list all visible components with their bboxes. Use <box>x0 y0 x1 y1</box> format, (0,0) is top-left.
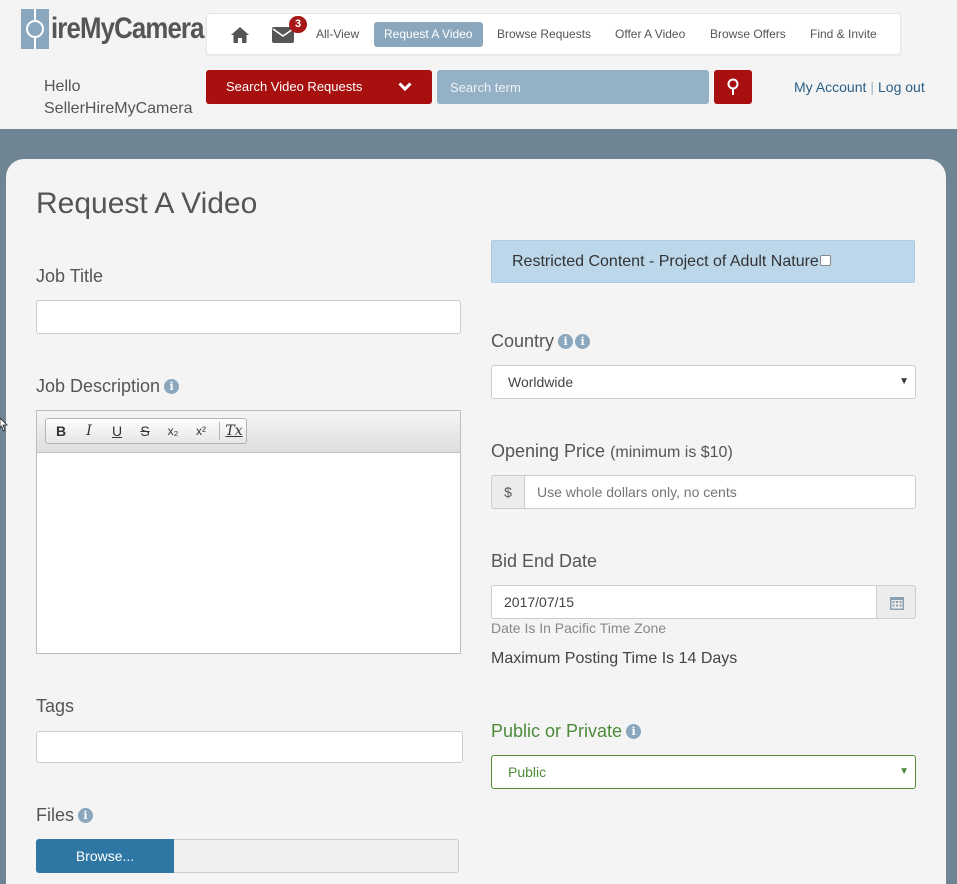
bold-button[interactable]: B <box>47 419 75 443</box>
tags-label: Tags <box>36 696 75 716</box>
editor-tool-group: B I U S x₂ x² Tx <box>45 418 247 444</box>
country-label-text: Country <box>491 331 555 351</box>
nav-offer-a-video[interactable]: Offer A Video <box>615 22 685 47</box>
search-button[interactable] <box>714 70 752 104</box>
editor-toolbar: B I U S x₂ x² Tx <box>37 411 460 453</box>
account-links: My Account | Log out <box>794 79 925 95</box>
bid-end-date-input[interactable] <box>491 585 877 619</box>
files-label-text: Files <box>36 805 75 825</box>
my-account-link[interactable]: My Account <box>794 79 866 95</box>
greeting-hello: Hello <box>44 78 81 95</box>
page-title: Request A Video <box>36 187 258 220</box>
dropdown-arrow-icon: ▼ <box>899 376 909 387</box>
info-icon[interactable]: i <box>164 379 180 394</box>
job-title-input[interactable] <box>36 300 461 334</box>
logout-link[interactable]: Log out <box>878 79 925 95</box>
location-pin-icon <box>727 78 739 95</box>
search-type-dropdown[interactable]: Search Video Requests <box>206 70 432 104</box>
public-private-label-text: Public or Private <box>491 721 623 741</box>
search-input[interactable] <box>437 70 709 104</box>
info-icon[interactable]: i <box>78 808 94 823</box>
dropdown-arrow-icon: ▼ <box>899 766 909 777</box>
max-posting-note: Maximum Posting Time Is 14 Days <box>491 650 738 667</box>
nav-browse-offers[interactable]: Browse Offers <box>710 22 786 47</box>
job-description-label-text: Job Description <box>36 376 161 396</box>
site-header: ireMyCamera 3 All-View Request A Video B… <box>0 0 957 129</box>
public-private-label: Public or Private i <box>491 721 642 742</box>
underline-button[interactable]: U <box>103 419 131 443</box>
editor-body[interactable] <box>37 453 460 653</box>
remove-format-button[interactable]: Tx <box>220 419 248 443</box>
country-selected-value: Worldwide <box>508 374 574 390</box>
job-description-editor: B I U S x₂ x² Tx <box>36 410 461 654</box>
public-private-select[interactable]: Public ▼ <box>491 755 916 789</box>
greeting-username: SellerHireMyCamera <box>44 100 193 117</box>
nav-all-view[interactable]: All-View <box>316 22 359 47</box>
info-icon[interactable]: i <box>575 334 591 349</box>
info-icon[interactable]: i <box>558 334 574 349</box>
timezone-note: Date Is In Pacific Time Zone <box>491 620 667 636</box>
restricted-content-box[interactable]: Restricted Content - Project of Adult Na… <box>491 240 915 283</box>
job-title-label: Job Title <box>36 266 104 286</box>
nav-find-invite[interactable]: Find & Invite <box>810 22 877 47</box>
mail-count-badge: 3 <box>289 16 307 33</box>
browse-button[interactable]: Browse... <box>36 839 174 873</box>
info-icon[interactable]: i <box>626 724 642 739</box>
files-label: Files i <box>36 805 94 826</box>
camera-logo-icon <box>21 9 49 49</box>
restricted-content-label: Restricted Content - Project of Adult Na… <box>512 253 819 270</box>
opening-price-label-text: Opening Price <box>491 441 606 461</box>
calendar-button[interactable] <box>876 585 916 619</box>
job-description-label: Job Description i <box>36 376 180 397</box>
home-icon[interactable] <box>230 26 250 44</box>
logo[interactable]: ireMyCamera <box>21 9 228 49</box>
bid-end-date-label: Bid End Date <box>491 551 598 571</box>
country-select[interactable]: Worldwide ▼ <box>491 365 916 399</box>
superscript-button[interactable]: x² <box>187 419 215 443</box>
country-label: Country i i <box>491 331 591 352</box>
strikethrough-button[interactable]: S <box>131 419 159 443</box>
search-type-label: Search Video Requests <box>226 79 363 94</box>
chevron-down-icon <box>398 82 412 92</box>
restricted-content-checkbox[interactable] <box>819 255 831 266</box>
tags-input[interactable] <box>36 731 463 763</box>
opening-price-hint: (minimum is $10) <box>610 444 733 461</box>
opening-price-label: Opening Price (minimum is $10) <box>491 441 733 462</box>
nav-request-a-video[interactable]: Request A Video <box>374 22 483 47</box>
subscript-button[interactable]: x₂ <box>159 419 187 443</box>
greeting: Hello SellerHireMyCamera <box>44 76 192 120</box>
nav-browse-requests[interactable]: Browse Requests <box>497 22 591 47</box>
mouse-cursor-icon <box>0 418 8 432</box>
visibility-selected-value: Public <box>508 764 547 780</box>
opening-price-input[interactable] <box>524 475 916 509</box>
currency-addon: $ <box>491 475 525 509</box>
italic-button[interactable]: I <box>75 419 103 443</box>
main-nav: 3 All-View Request A Video Browse Reques… <box>206 13 901 55</box>
calendar-icon <box>890 597 904 610</box>
file-name-field <box>174 839 459 873</box>
logo-text: ireMyCamera <box>51 12 204 45</box>
